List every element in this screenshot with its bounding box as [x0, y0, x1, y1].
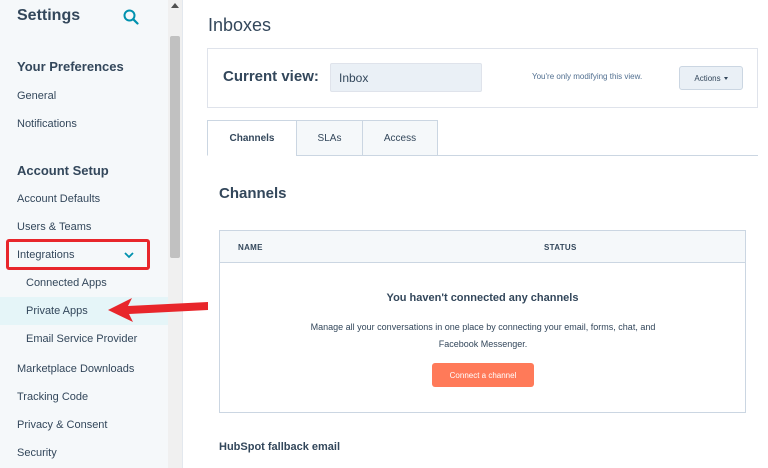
fallback-email-heading: HubSpot fallback email: [219, 441, 341, 453]
channels-table: NAME STATUS You haven't connected any ch…: [219, 230, 746, 413]
page-title: Inboxes: [208, 15, 272, 35]
table-header: NAME STATUS: [220, 231, 745, 263]
sidebar-item-marketplace-downloads[interactable]: Marketplace Downloads: [17, 363, 134, 375]
sidebar-item-tracking-code[interactable]: Tracking Code: [17, 391, 88, 403]
sidebar-item-general[interactable]: General: [17, 90, 56, 102]
actions-label: Actions: [694, 73, 721, 83]
empty-state-title: You haven't connected any channels: [386, 292, 579, 304]
current-view-select[interactable]: Inbox: [330, 63, 482, 92]
view-note: You're only modifying this view.: [532, 72, 643, 81]
sidebar-item-users-teams[interactable]: Users & Teams: [17, 221, 91, 233]
sidebar-item-connected-apps[interactable]: Connected Apps: [26, 277, 107, 289]
integrations-highlight-box: [6, 239, 150, 270]
connect-channel-button[interactable]: Connect a channel: [432, 363, 534, 387]
actions-button[interactable]: Actions: [679, 66, 743, 90]
scrollbar-thumb[interactable]: [170, 36, 180, 258]
scroll-up-icon[interactable]: [171, 3, 179, 8]
settings-sidebar: Settings Your Preferences General Notifi…: [0, 0, 183, 468]
sidebar-item-privacy-consent[interactable]: Privacy & Consent: [17, 419, 107, 431]
section-your-preferences: Your Preferences: [17, 59, 124, 74]
section-heading-channels: Channels: [219, 185, 287, 202]
current-view-label: Current view:: [223, 68, 319, 85]
tab-slas[interactable]: SLAs: [296, 120, 363, 156]
sidebar-item-email-service-provider[interactable]: Email Service Provider: [26, 333, 137, 345]
sidebar-title: Settings: [17, 7, 81, 24]
column-header-name[interactable]: NAME: [238, 243, 263, 252]
search-icon[interactable]: [123, 9, 139, 25]
sidebar-item-private-apps[interactable]: Private Apps: [26, 305, 88, 317]
annotation-arrow-icon: [108, 298, 208, 322]
section-account-setup: Account Setup: [17, 163, 109, 178]
sidebar-item-notifications[interactable]: Notifications: [17, 118, 77, 130]
column-header-status[interactable]: STATUS: [544, 243, 577, 252]
sidebar-header: Settings: [17, 7, 142, 29]
tab-channels[interactable]: Channels: [207, 120, 297, 156]
empty-state-description: Manage all your conversations in one pla…: [310, 322, 656, 349]
current-view-card: Current view: Inbox You're only modifyin…: [207, 48, 758, 108]
tab-access[interactable]: Access: [362, 120, 438, 156]
sidebar-item-account-defaults[interactable]: Account Defaults: [17, 193, 100, 205]
caret-down-icon: [723, 76, 728, 80]
sidebar-item-security[interactable]: Security: [17, 447, 57, 459]
tabs-divider: [437, 155, 758, 156]
